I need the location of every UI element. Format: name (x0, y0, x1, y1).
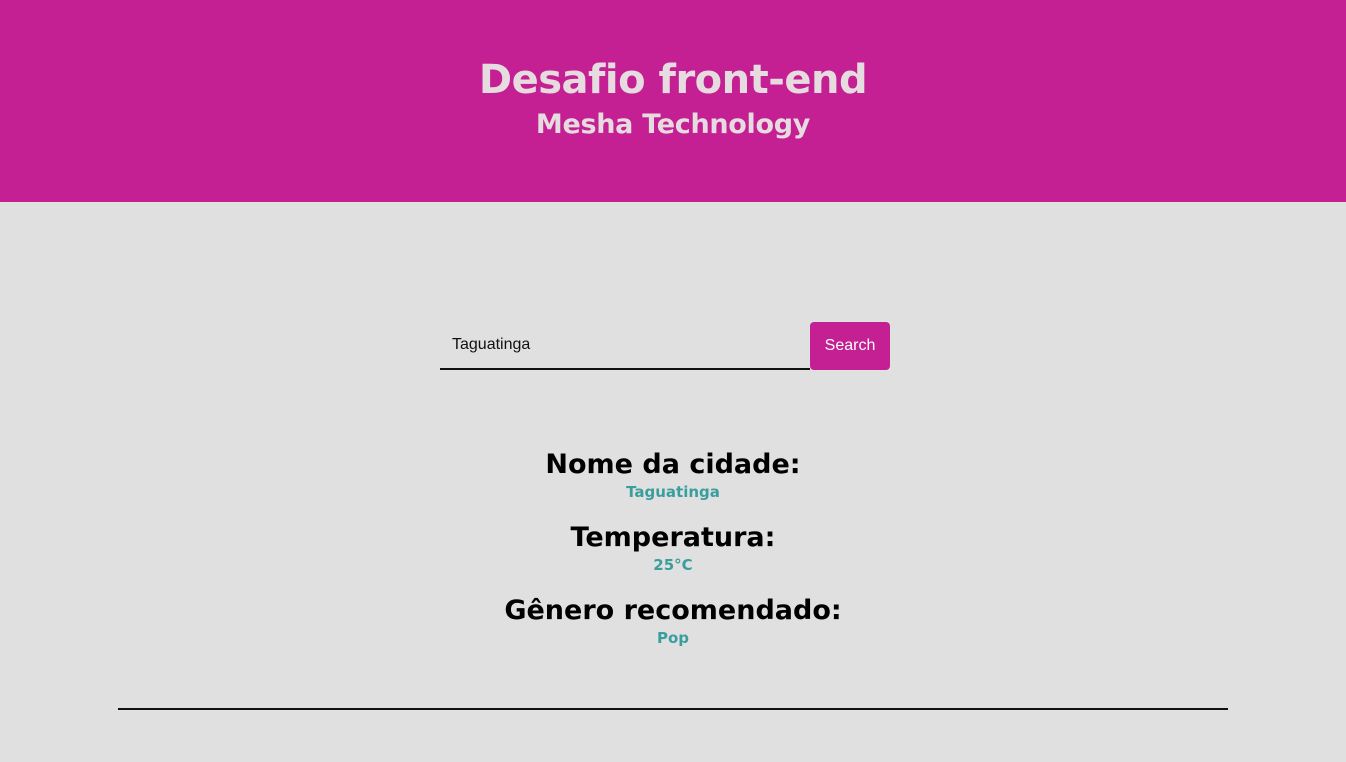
page-header: Desafio front-end Mesha Technology (0, 0, 1346, 202)
genre-result: Gênero recomendado: Pop (0, 594, 1346, 648)
temperature-label: Temperatura: (570, 522, 776, 553)
search-button[interactable]: Search (810, 322, 890, 370)
search-form: Search (440, 322, 890, 370)
divider (118, 708, 1228, 710)
city-label: Nome da cidade: (545, 449, 801, 480)
genre-label: Gênero recomendado: (504, 595, 842, 626)
temperature-result: Temperatura: 25°C (0, 521, 1346, 575)
temperature-value: 25°C (653, 556, 693, 574)
city-result: Nome da cidade: Taguatinga (0, 448, 1346, 502)
page-title: Desafio front-end (478, 57, 868, 103)
genre-value: Pop (656, 629, 690, 647)
city-value: Taguatinga (626, 483, 720, 501)
search-input[interactable] (440, 322, 810, 370)
page-subtitle: Mesha Technology (535, 109, 811, 140)
